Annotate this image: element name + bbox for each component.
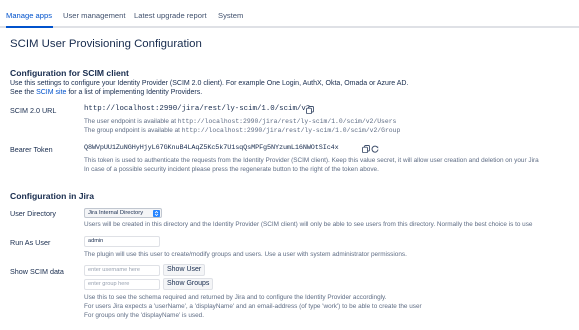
show-scim-desc-3: For groups only the 'displayName' is use…	[84, 312, 205, 319]
user-endpoint-note: The user endpoint is available at http:/…	[84, 118, 396, 125]
bearer-token-value: Q8WVpUU1ZuNGHyHjyL67GKnuB4LAqZ5Kc5k7U1sq…	[84, 144, 339, 152]
section-title-jira-config: Configuration in Jira	[10, 191, 95, 201]
tab-user-management[interactable]: User management	[63, 11, 125, 20]
run-as-user-label: Run As User	[10, 238, 51, 247]
chevron-updown-icon	[153, 210, 160, 217]
group-endpoint-url: http://localhost:2990/jira/rest/ly-scim/…	[181, 127, 401, 134]
scim-client-see-line: See the SCIM site for a list of implemen…	[10, 89, 202, 96]
admin-tabs: Manage apps User management Latest upgra…	[0, 0, 579, 28]
user-directory-select[interactable]: Jira Internal Directory	[84, 208, 162, 218]
show-scim-desc-1: Use this to see the schema required and …	[84, 294, 387, 301]
run-as-user-input[interactable]: admin	[84, 236, 160, 247]
copy-icon[interactable]	[306, 106, 314, 114]
bearer-token-label: Bearer Token	[10, 145, 53, 154]
page-title: SCIM User Provisioning Configuration	[10, 38, 202, 50]
show-scim-desc-2: For users Jira expects a 'userName', a '…	[84, 303, 422, 310]
refresh-icon[interactable]	[371, 145, 379, 153]
scim-site-link[interactable]: SCIM site	[36, 89, 66, 96]
group-endpoint-note: The group endpoint is available at http:…	[84, 127, 400, 134]
user-directory-desc: Users will be created in this directory …	[84, 221, 533, 228]
user-directory-selected: Jira Internal Directory	[88, 210, 144, 216]
run-as-user-desc: The plugin will use this user to create/…	[84, 251, 407, 258]
show-scim-data-label: Show SCIM data	[10, 267, 64, 276]
scim-url-value: http://localhost:2990/jira/rest/ly-scim/…	[84, 105, 311, 113]
username-input[interactable]: enter username here	[84, 265, 160, 276]
scim-url-label: SCIM 2.0 URL	[10, 106, 57, 115]
bearer-token-desc-1: This token is used to authenticate the r…	[84, 157, 539, 164]
user-endpoint-url: http://localhost:2990/jira/rest/ly-scim/…	[177, 118, 397, 125]
show-user-button[interactable]: Show User	[163, 264, 206, 276]
user-directory-label: User Directory	[10, 209, 56, 218]
group-endpoint-prefix: The group endpoint is available at	[84, 127, 182, 134]
tab-latest-upgrade-report[interactable]: Latest upgrade report	[134, 11, 207, 20]
tab-system[interactable]: System	[218, 11, 243, 20]
bearer-token-desc-2: In case of a possible security incident …	[84, 166, 379, 173]
active-tab-indicator	[6, 26, 53, 28]
user-endpoint-prefix: The user endpoint is available at	[84, 118, 178, 125]
copy-icon[interactable]	[362, 145, 370, 153]
scim-client-intro: Use this settings to configure your Iden…	[10, 80, 409, 87]
show-groups-button[interactable]: Show Groups	[163, 278, 214, 290]
group-input[interactable]: enter group here	[84, 279, 160, 290]
section-title-scim-client: Configuration for SCIM client	[10, 68, 129, 78]
tab-manage-apps[interactable]: Manage apps	[6, 11, 52, 20]
see-suffix: for a list of implementing Identity Prov…	[66, 89, 203, 96]
see-prefix: See the	[10, 89, 37, 96]
